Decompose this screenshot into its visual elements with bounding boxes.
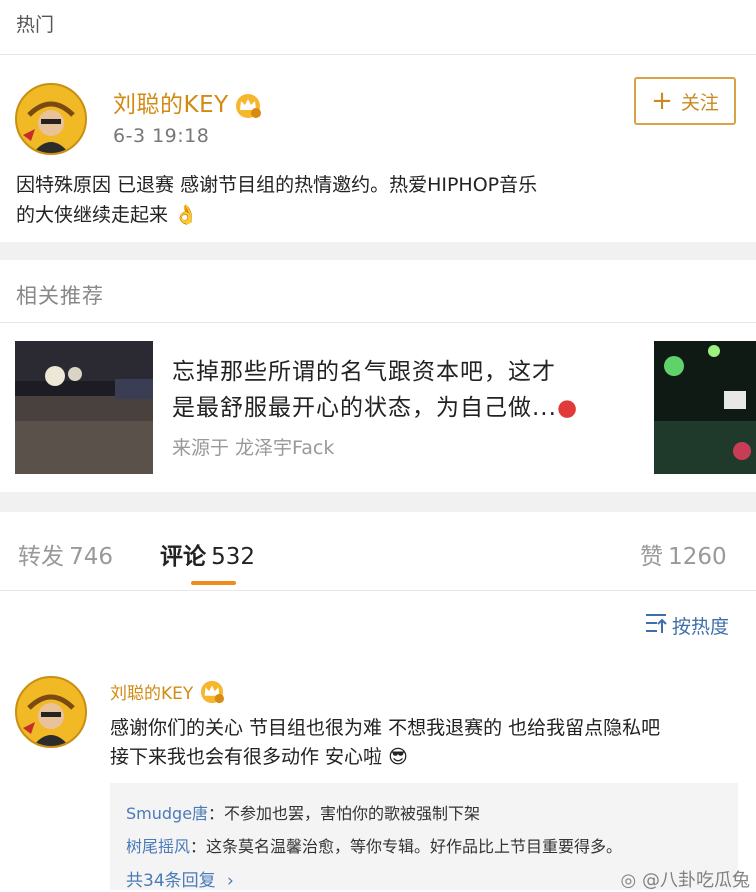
- post-author-row: 刘聪的KEY: [113, 85, 262, 123]
- comment-text-line: 感谢你们的关心 节目组也很为难 不想我退赛的 也给我留点隐私吧: [110, 717, 661, 739]
- post-text: 因特殊原因 已退赛 感谢节目组的热情邀约。热爱HIPHOP音乐 的大侠继续走起来…: [16, 170, 636, 230]
- ok-hand-emoji-icon: 👌: [174, 204, 198, 226]
- post-author-name[interactable]: 刘聪的KEY: [113, 92, 229, 118]
- sunglasses-emoji-icon: 😎: [388, 746, 408, 768]
- reply-text: ：这条莫名温馨治愈，等你专辑。好作品比上节目重要得多。: [190, 837, 623, 856]
- post-time: 6-3 19:18: [113, 125, 210, 147]
- active-tab-indicator: [191, 581, 236, 585]
- comment-author-row: 刘聪的KEY: [110, 679, 225, 709]
- post-text-line: 的大侠继续走起来: [16, 204, 169, 226]
- crown-badge-icon: [234, 93, 262, 123]
- sort-label: 按热度: [672, 616, 730, 638]
- plus-icon: +: [651, 86, 673, 116]
- tab-repost-count: 746: [69, 544, 113, 570]
- chevron-right-icon: ›: [227, 871, 234, 891]
- more-replies-link[interactable]: 共34条回复 ›: [126, 866, 234, 891]
- section-title-recommend: 相关推荐: [16, 284, 104, 308]
- tab-repost[interactable]: 转发 746: [18, 537, 113, 571]
- crown-badge-icon: [199, 680, 225, 709]
- header-divider: [0, 54, 756, 55]
- follow-label: 关注: [680, 91, 719, 114]
- more-replies-label: 共34条回复: [126, 871, 216, 891]
- comment-author-name[interactable]: 刘聪的KEY: [110, 684, 193, 704]
- reply-item[interactable]: Smudge唐：不参加也罢，害怕你的歌被强制下架: [126, 800, 480, 824]
- follow-button[interactable]: + 关注: [634, 77, 736, 125]
- recommend-thumbnail[interactable]: [15, 341, 153, 474]
- red-balloon-icon: ●: [556, 395, 579, 421]
- tab-like[interactable]: 赞 1260: [640, 537, 727, 571]
- watermark-text: @八卦吃瓜兔: [642, 870, 750, 891]
- tab-like-label: 赞: [640, 544, 663, 570]
- watermark: ◎ @八卦吃瓜兔: [621, 866, 750, 892]
- tab-comment-count: 532: [211, 544, 255, 570]
- author-avatar[interactable]: [15, 83, 87, 155]
- section-gap: [0, 492, 756, 512]
- reply-item[interactable]: 树尾摇风：这条莫名温馨治愈，等你专辑。好作品比上节目重要得多。: [126, 833, 622, 857]
- tab-like-count: 1260: [668, 544, 727, 570]
- recommend-source: 来源于 龙泽宇Fack: [172, 437, 335, 459]
- reply-author[interactable]: 树尾摇风: [126, 837, 190, 856]
- page-title: 热门: [16, 14, 55, 36]
- recommend-thumbnail[interactable]: [654, 341, 756, 474]
- section-gap: [0, 242, 756, 260]
- weibo-logo-icon: ◎: [620, 870, 637, 891]
- comment-text: 感谢你们的关心 节目组也很为难 不想我退赛的 也给我留点隐私吧 接下来我也会有很…: [110, 714, 740, 772]
- tabs-divider: [0, 590, 756, 591]
- tab-comment[interactable]: 评论 532: [160, 537, 255, 571]
- reply-author[interactable]: Smudge唐: [126, 804, 208, 823]
- recommend-title-line: 是最舒服最开心的状态，为自己做...: [172, 395, 557, 421]
- avatar-image: [17, 678, 85, 746]
- recommend-title-line: 忘掉那些所谓的名气跟资本吧，这才: [172, 359, 556, 385]
- recommend-title[interactable]: 忘掉那些所谓的名气跟资本吧，这才 是最舒服最开心的状态，为自己做...●: [172, 354, 642, 426]
- commenter-avatar[interactable]: [15, 676, 87, 748]
- tab-comment-label: 评论: [160, 544, 206, 570]
- tab-repost-label: 转发: [18, 544, 64, 570]
- reply-text: ：不参加也罢，害怕你的歌被强制下架: [208, 804, 481, 823]
- post-text-line: 因特殊原因 已退赛 感谢节目组的热情邀约。热爱HIPHOP音乐: [16, 174, 538, 196]
- comment-text-line: 接下来我也会有很多动作 安心啦: [110, 746, 383, 768]
- sort-icon: [644, 612, 668, 639]
- sort-button[interactable]: 按热度: [644, 612, 729, 639]
- avatar-image: [17, 85, 85, 153]
- recommend-divider: [0, 322, 756, 323]
